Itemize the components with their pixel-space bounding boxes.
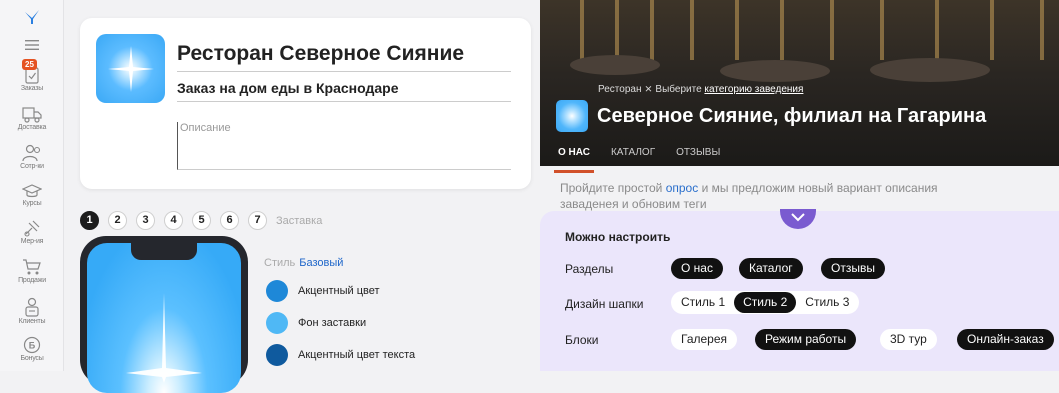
step-2[interactable]: 2 [108,211,127,230]
courses-icon [22,184,42,198]
step-6[interactable]: 6 [220,211,239,230]
color-swatch[interactable] [266,312,288,334]
sidebar-item-delivery[interactable]: Доставка [0,106,64,131]
settings-title: Можно настроить [565,230,671,244]
logo-icon[interactable] [0,9,64,25]
section-chip-reviews[interactable]: Отзывы [821,258,885,279]
step-7[interactable]: 7 [248,211,267,230]
sidebar-item-bonus[interactable]: Б Бонусы [0,336,64,362]
restaurant-name-field[interactable]: Ресторан Северное Сияние [177,42,511,72]
sidebar-item-sales[interactable]: Продажи [0,258,64,284]
sections-label: Разделы [565,262,614,276]
svg-text:Б: Б [29,341,36,351]
events-icon [24,220,40,237]
sidebar-item-label: Продажи [18,277,46,284]
settings-panel: Можно настроить Разделы О нас Каталог От… [540,209,1059,371]
category-link[interactable]: категорию заведения [704,84,803,95]
header-style-selector: Стиль 1 Стиль 2 Стиль 3 [671,291,860,314]
orders-badge: 25 [22,59,37,70]
sidebar-item-label: Сотр-ки [20,163,44,170]
block-chip-3d-tour[interactable]: 3D тур [880,329,937,350]
clients-icon [25,297,39,317]
section-chip-about[interactable]: О нас [671,258,723,279]
sparkle-icon [107,45,154,92]
block-chip-gallery[interactable]: Галерея [671,329,738,350]
sidebar-item-label: Курсы [22,200,42,207]
step-4[interactable]: 4 [164,211,183,230]
bonus-icon: Б [23,336,41,354]
blocks-label: Блоки [565,333,599,347]
sidebar-item-label: Заказы [20,85,44,92]
staff-icon [22,144,41,162]
color-swatch[interactable] [266,280,288,302]
delivery-icon [22,107,42,123]
editor-card: Ресторан Северное Сияние Заказ на дом ед… [80,18,531,189]
survey-hint: Пройдите простой опрос и мы предложим но… [560,181,938,211]
color-swatch[interactable] [266,344,288,366]
hero-app-icon [556,100,588,132]
sidebar-item-label: Мер-ия [20,238,44,245]
tab-about[interactable]: О НАС [554,147,594,173]
app-icon[interactable] [96,34,165,103]
color-label: Фон заставки [298,317,367,329]
hero-image: Ресторан ⨯ Выберите категорию заведения … [540,0,1059,173]
sidebar-item-staff[interactable]: Сотр-ки [0,144,64,170]
survey-link[interactable]: опрос [666,181,699,195]
description-field[interactable]: Описание [177,122,511,170]
sidebar-item-label: Доставка [17,124,47,131]
collapse-button[interactable] [780,209,816,229]
sales-icon [23,259,41,275]
color-label: Акцентный цвет [298,285,380,297]
step-label: Заставка [276,214,323,227]
page-preview: Ресторан ⨯ Выберите категорию заведения … [540,0,1059,371]
preview-tabs: О НАС КАТАЛОГ ОТЗЫВЫ [554,147,741,173]
section-chip-catalog[interactable]: Каталог [739,258,803,279]
sidebar-item-courses[interactable]: Курсы [0,183,64,207]
header-style-1[interactable]: Стиль 1 [672,292,734,313]
restaurant-subtitle-field[interactable]: Заказ на дом еды в Краснодаре [177,80,511,102]
step-1[interactable]: 1 [80,211,99,230]
step-indicator: 1 2 3 4 5 6 7 Заставка [80,211,322,230]
sidebar-item-label: Клиенты [18,318,46,325]
page-title: Северное Сияние, филиал на Гагарина [597,105,987,127]
color-label: Акцентный цвет текста [298,349,416,361]
sidebar-item-label: Бонусы [20,355,44,362]
style-value[interactable]: Базовый [299,257,343,269]
menu-icon[interactable] [0,40,64,50]
step-5[interactable]: 5 [192,211,211,230]
style-selector[interactable]: Стиль Базовый [264,257,343,269]
breadcrumb: Ресторан ⨯ Выберите категорию заведения [598,84,804,95]
style-label: Стиль [264,257,296,269]
block-chip-online-order[interactable]: Онлайн-заказ [957,329,1054,350]
color-splash-bg[interactable]: Фон заставки [266,312,366,334]
step-3[interactable]: 3 [136,211,155,230]
sidebar-item-events[interactable]: Мер-ия [0,219,64,245]
color-accent-text[interactable]: Акцентный цвет текста [266,344,415,366]
sparkle-icon [126,293,202,383]
color-accent[interactable]: Акцентный цвет [266,280,380,302]
sidebar-item-clients[interactable]: Клиенты [0,297,64,325]
header-design-label: Дизайн шапки [565,297,644,311]
header-style-2[interactable]: Стиль 2 [734,292,797,313]
sidebar: Заказы 25 Доставка Сотр-ки Курсы Мер-ия … [0,0,64,371]
block-chip-hours[interactable]: Режим работы [755,329,857,350]
tab-catalog[interactable]: КАТАЛОГ [611,147,655,164]
chevron-down-icon [791,213,805,222]
header-style-3[interactable]: Стиль 3 [796,292,858,313]
phone-preview [80,236,248,393]
phone-notch [131,243,197,260]
tab-reviews[interactable]: ОТЗЫВЫ [676,147,720,164]
